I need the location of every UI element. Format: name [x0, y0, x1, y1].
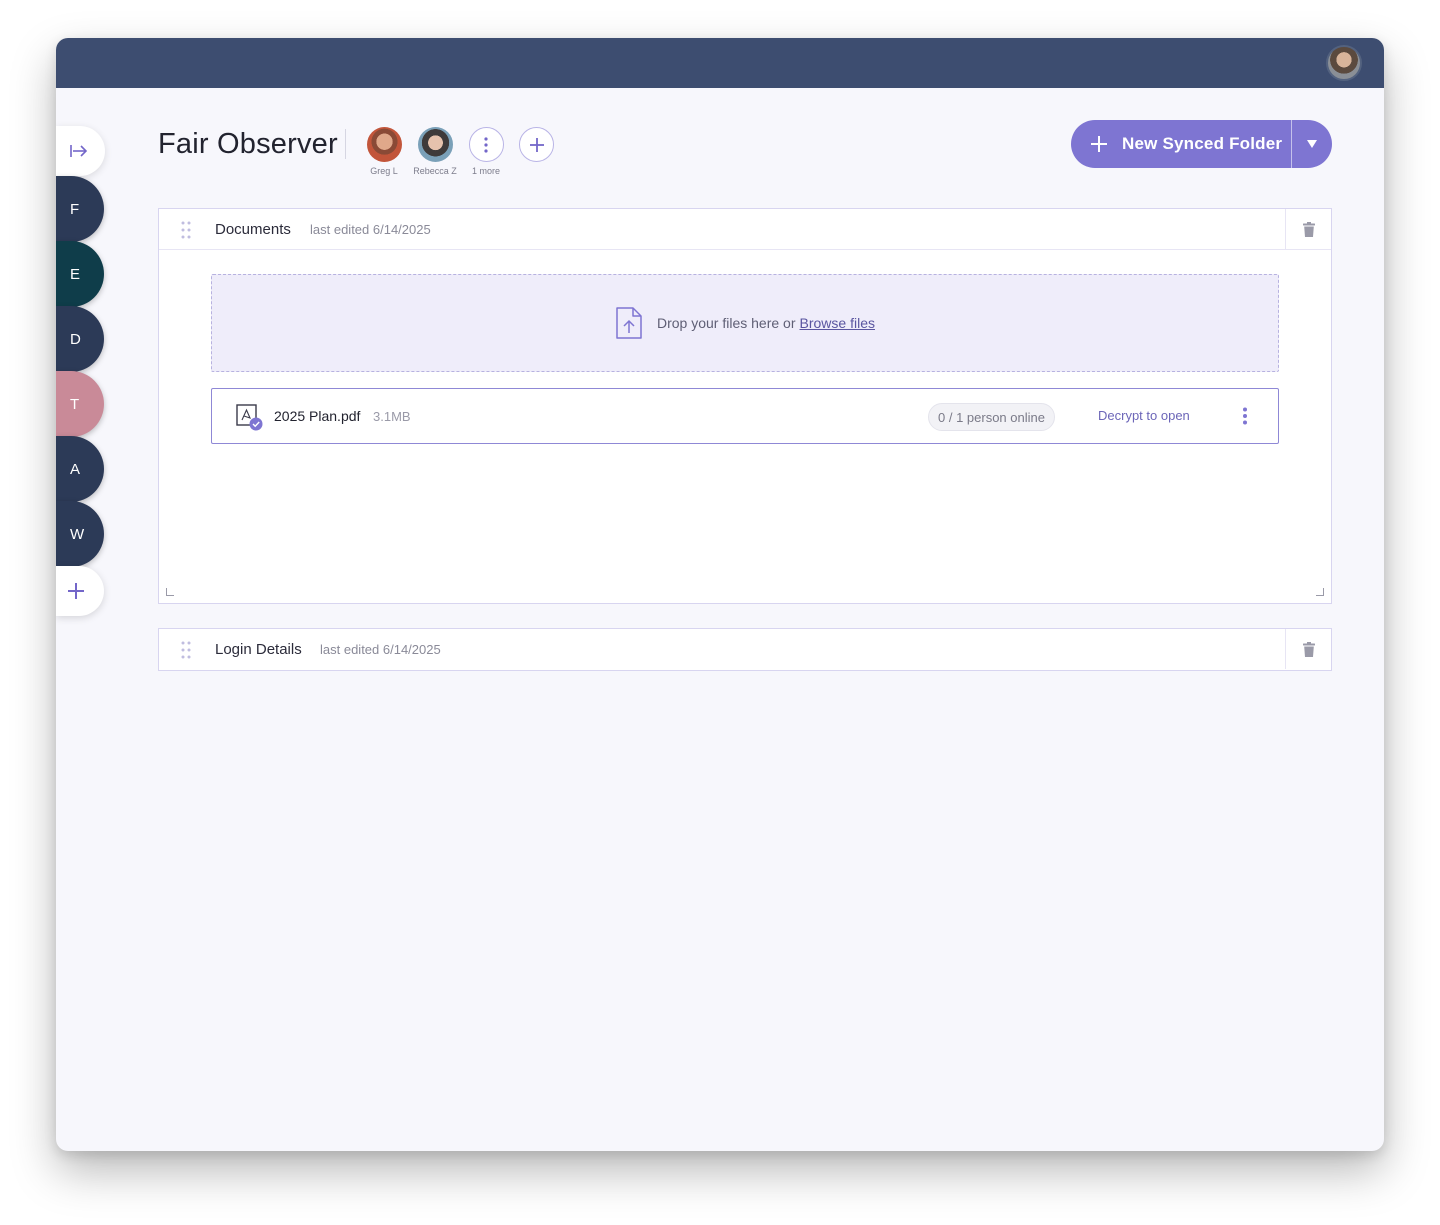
plus-icon	[1091, 136, 1107, 152]
delete-section-button[interactable]	[1285, 629, 1331, 669]
browse-files-link[interactable]: Browse files	[800, 315, 875, 331]
section-header: Documents last edited 6/14/2025	[159, 209, 1331, 250]
top-bar	[56, 38, 1384, 88]
space-tab-d[interactable]: D	[56, 306, 104, 372]
delete-section-button[interactable]	[1285, 209, 1331, 249]
section-header: Login Details last edited 6/14/2025	[159, 629, 1331, 670]
add-member-button[interactable]	[519, 127, 554, 162]
pdf-file-icon	[236, 404, 263, 431]
folder-section-documents: Documents last edited 6/14/2025 Drop you…	[158, 208, 1332, 604]
online-status-badge: 0 / 1 person online	[928, 403, 1055, 431]
space-tab-w[interactable]: W	[56, 501, 104, 567]
space-tab-f[interactable]: F	[56, 176, 104, 242]
trash-icon	[1302, 221, 1315, 237]
decrypt-to-open-link[interactable]: Decrypt to open	[1098, 408, 1190, 423]
member-avatar	[366, 127, 402, 162]
space-tab-letter: E	[70, 265, 81, 283]
resize-handle-left[interactable]	[166, 588, 174, 596]
more-members-button[interactable]: 1 more	[456, 127, 516, 176]
file-row[interactable]: 2025 Plan.pdf 3.1MB 0 / 1 person online …	[211, 388, 1279, 444]
trash-icon	[1302, 641, 1315, 657]
section-title[interactable]: Documents	[215, 221, 291, 238]
plus-icon	[529, 137, 544, 152]
add-space-button[interactable]	[56, 566, 104, 616]
expand-arrow-icon	[70, 145, 88, 157]
new-synced-folder-label: New Synced Folder	[1122, 134, 1283, 153]
drag-handle-icon[interactable]	[181, 221, 191, 239]
more-members-circle	[468, 127, 504, 162]
space-tab-letter: T	[70, 395, 80, 413]
space-tab-letter: F	[70, 200, 80, 218]
space-tab-a[interactable]: A	[56, 436, 104, 502]
space-tab-e[interactable]: E	[56, 241, 104, 307]
dropzone-text: Drop your files here or	[657, 315, 796, 331]
caret-down-icon[interactable]	[1306, 139, 1318, 149]
space-tab-t[interactable]: T	[56, 371, 104, 437]
app-window: F E D T A W Fair Observer Greg L Rebecca…	[56, 38, 1384, 1151]
space-tab-letter: D	[70, 330, 81, 348]
file-size: 3.1MB	[373, 409, 411, 424]
title-divider	[345, 129, 346, 159]
page-title: Fair Observer	[158, 128, 338, 160]
member-name: Greg L	[370, 166, 398, 176]
more-vertical-icon	[484, 136, 488, 153]
member-avatar	[417, 127, 453, 162]
button-separator	[1291, 120, 1292, 168]
file-upload-icon	[616, 307, 642, 339]
section-last-edited: last edited 6/14/2025	[310, 221, 431, 237]
file-name[interactable]: 2025 Plan.pdf	[274, 408, 360, 424]
file-dropzone[interactable]: Drop your files here or Browse files	[211, 274, 1279, 372]
rail-expand-button[interactable]	[56, 126, 105, 176]
resize-handle-right[interactable]	[1316, 588, 1324, 596]
section-title[interactable]: Login Details	[215, 641, 302, 658]
section-last-edited: last edited 6/14/2025	[320, 642, 441, 657]
space-tab-letter: W	[70, 525, 85, 543]
plus-icon	[68, 583, 84, 599]
member-name: Rebecca Z	[413, 166, 457, 176]
user-avatar[interactable]	[1326, 45, 1362, 81]
folder-section-login-details: Login Details last edited 6/14/2025	[158, 628, 1332, 671]
more-members-label: 1 more	[471, 166, 500, 176]
drag-handle-icon[interactable]	[181, 641, 191, 659]
new-synced-folder-button[interactable]: New Synced Folder	[1071, 120, 1332, 168]
file-menu-icon[interactable]	[1242, 407, 1248, 425]
space-tab-letter: A	[70, 460, 81, 478]
